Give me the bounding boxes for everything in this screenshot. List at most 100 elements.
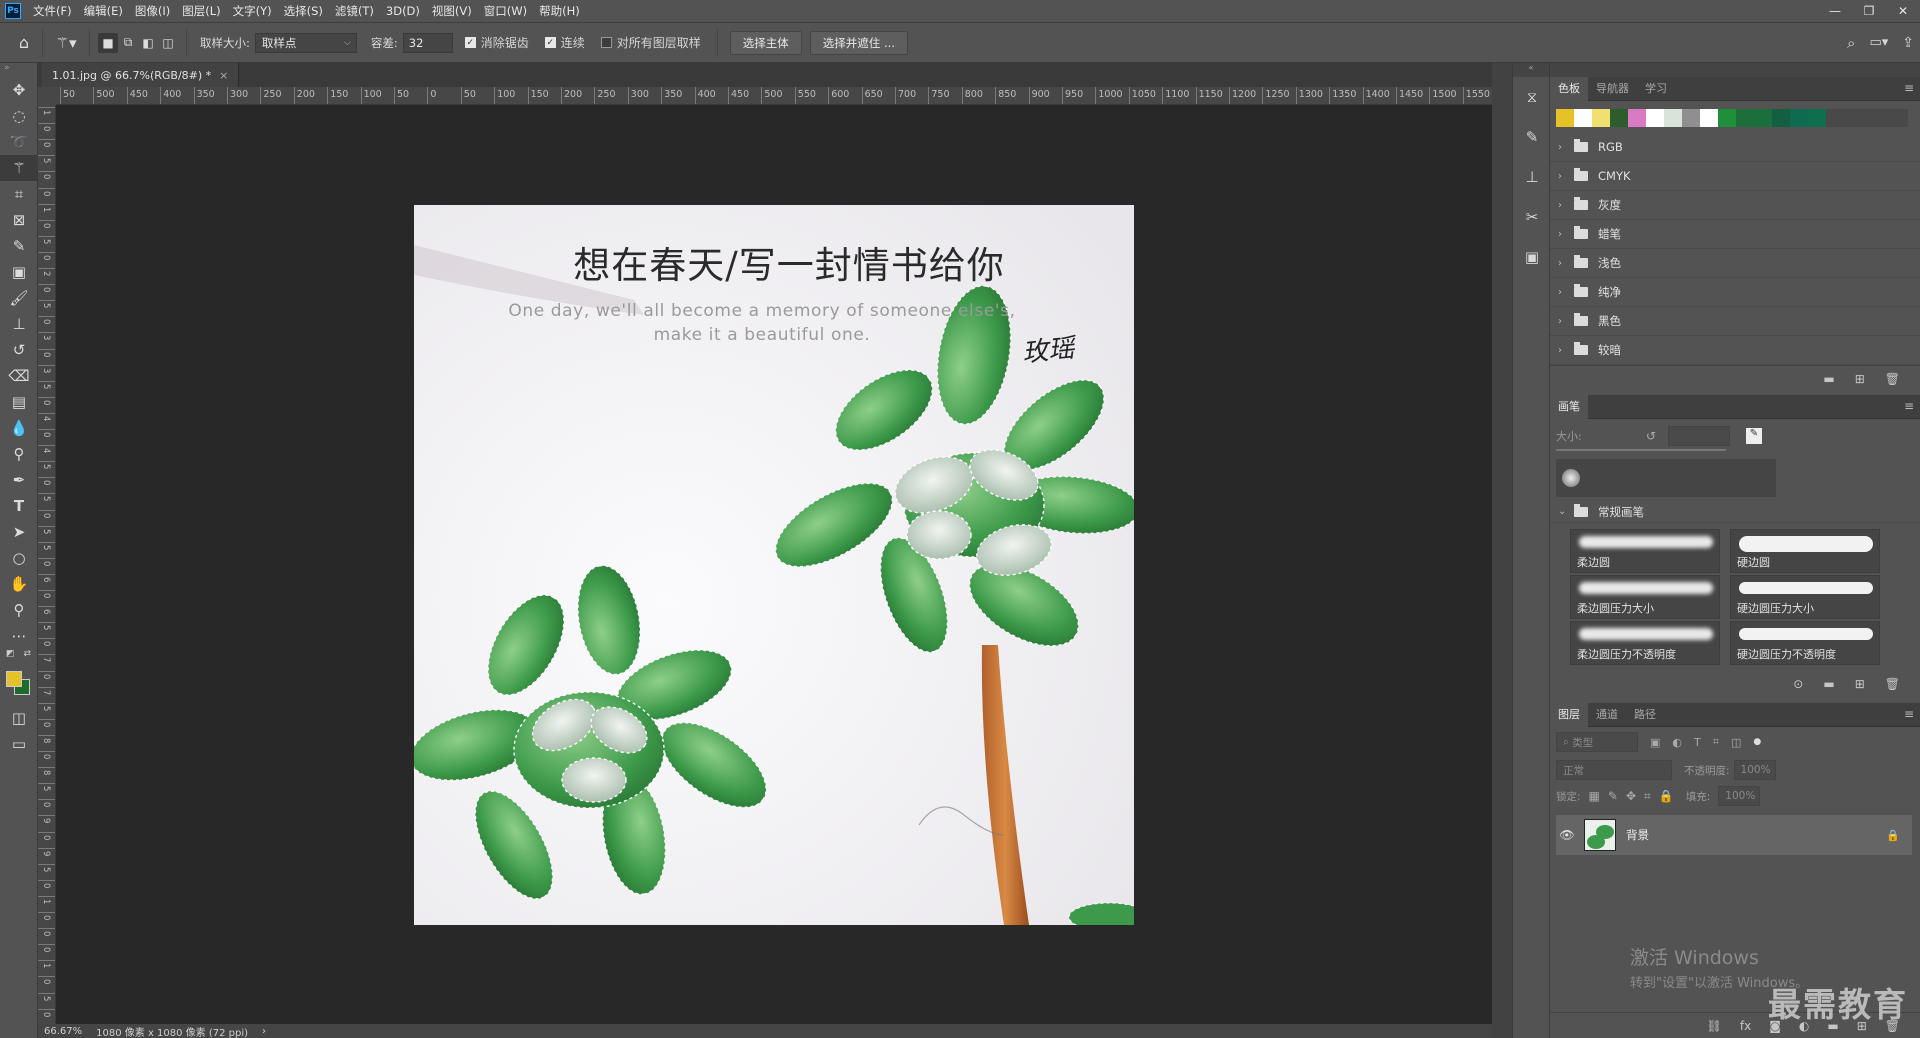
tab-navigator[interactable]: 导航器 bbox=[1588, 77, 1637, 101]
brush-tool-icon[interactable]: 🖌 bbox=[0, 285, 38, 311]
opacity-input[interactable]: 100% bbox=[1733, 760, 1776, 780]
horizontal-ruler[interactable]: 50 500 450 400 350 300 250 200 150 100 50 0 50 100 150… bbox=[56, 87, 1492, 105]
swap-colors-icon[interactable]: ⇄ bbox=[23, 649, 31, 663]
menu-item[interactable]: 图层(L) bbox=[176, 0, 226, 22]
menu-item[interactable]: 文件(F) bbox=[27, 0, 78, 22]
quick-mask-icon[interactable]: ◫ bbox=[0, 705, 38, 731]
tab-learn[interactable]: 学习 bbox=[1637, 77, 1675, 101]
frame-tool-icon[interactable]: ⊠ bbox=[0, 207, 38, 233]
home-icon[interactable]: ⌂ bbox=[14, 33, 34, 53]
workspace-icon[interactable]: ▭▾ bbox=[1869, 35, 1888, 50]
clone-source-icon[interactable]: ⊥ bbox=[1513, 157, 1551, 197]
lock-position-icon[interactable]: ✥ bbox=[1626, 789, 1636, 803]
filter-pixel-icon[interactable]: ▣ bbox=[1650, 736, 1660, 749]
menu-item[interactable]: 文字(Y) bbox=[227, 0, 278, 22]
menu-item[interactable]: 选择(S) bbox=[278, 0, 329, 22]
select-subject-button[interactable]: 选择主体 bbox=[729, 30, 802, 55]
layer-name[interactable]: 背景 bbox=[1626, 827, 1649, 843]
more-tools-icon[interactable]: ⋯ bbox=[0, 623, 38, 649]
swatch-group[interactable]: › 黑色 bbox=[1550, 307, 1920, 336]
menu-item[interactable]: 图像(I) bbox=[129, 0, 176, 22]
foreground-color-swatch[interactable] bbox=[6, 671, 22, 687]
eyedropper-tool-icon[interactable]: ✎ bbox=[0, 233, 38, 259]
color-swatch[interactable] bbox=[1574, 109, 1592, 127]
swatch-group[interactable]: › 纯净 bbox=[1550, 278, 1920, 307]
link-layers-icon[interactable]: ⛓ bbox=[1707, 1019, 1722, 1033]
history-brush-icon[interactable]: ↺ bbox=[0, 337, 38, 363]
libraries-icon[interactable]: ▣ bbox=[1513, 237, 1551, 277]
search-icon[interactable]: ⌕ bbox=[1847, 34, 1855, 52]
antialias-checkbox[interactable]: ✓ 消除锯齿 bbox=[464, 34, 529, 51]
color-swatch[interactable] bbox=[1790, 109, 1808, 127]
document-tab[interactable]: 1.01.jpg @ 66.7%(RGB/8#) * × bbox=[42, 63, 240, 87]
crop-tool-icon[interactable]: ⌗ bbox=[0, 181, 38, 207]
color-swatch[interactable] bbox=[1736, 109, 1754, 127]
layer-row-background[interactable]: 👁 背景 🔒 bbox=[1556, 815, 1912, 855]
canvas-area[interactable]: 想在春天/写一封情书给你 One day, we'll all become a… bbox=[56, 105, 1492, 1024]
panel-menu-icon[interactable]: ≡ bbox=[1904, 81, 1914, 95]
swatch-group[interactable]: › 较暗 bbox=[1550, 336, 1920, 365]
subtract-selection-icon[interactable]: ◧ bbox=[138, 33, 158, 53]
type-tool-icon[interactable]: T bbox=[0, 493, 38, 519]
lock-pixels-icon[interactable]: ✎ bbox=[1608, 789, 1618, 803]
document-canvas[interactable]: 想在春天/写一封情书给你 One day, we'll all become a… bbox=[414, 205, 1134, 925]
swatch-group[interactable]: › 浅色 bbox=[1550, 249, 1920, 278]
lock-artboard-icon[interactable]: ⌗ bbox=[1644, 789, 1651, 804]
magic-wand-tool-icon[interactable]: ⚚ bbox=[0, 155, 38, 181]
blend-mode-select[interactable]: 正常 bbox=[1556, 760, 1672, 780]
tolerance-input[interactable]: 32 bbox=[402, 32, 453, 53]
menu-item[interactable]: 视图(V) bbox=[426, 0, 478, 22]
brush-edit-icon[interactable]: ✎ bbox=[1746, 428, 1762, 444]
brush-soft-round-pressure-opacity[interactable]: 柔边圆压力不透明度 bbox=[1570, 621, 1720, 665]
menu-item[interactable]: 窗口(W) bbox=[478, 0, 533, 22]
color-swatch[interactable] bbox=[1772, 109, 1790, 127]
lasso-tool-icon[interactable]: ➰ bbox=[0, 129, 38, 155]
brush-soft-round-pressure-size[interactable]: 柔边圆压力大小 bbox=[1570, 575, 1720, 619]
menu-item[interactable]: 3D(D) bbox=[380, 0, 426, 22]
layer-style-icon[interactable]: fx bbox=[1740, 1019, 1751, 1033]
tab-paths[interactable]: 路径 bbox=[1626, 703, 1664, 727]
move-tool-icon[interactable]: ✥ bbox=[0, 77, 38, 103]
path-selection-icon[interactable]: ➤ bbox=[0, 519, 38, 545]
swatch-group[interactable]: › CMYK bbox=[1550, 162, 1920, 191]
visibility-toggle-icon[interactable]: ⊙ bbox=[1793, 677, 1803, 691]
minimize-button[interactable]: — bbox=[1818, 0, 1852, 22]
menu-item[interactable]: 滤镜(T) bbox=[329, 0, 380, 22]
close-button[interactable]: ✕ bbox=[1886, 0, 1920, 22]
brush-hard-round[interactable]: 硬边圆 bbox=[1730, 529, 1880, 573]
tab-layers[interactable]: 图层 bbox=[1550, 702, 1588, 727]
blur-tool-icon[interactable]: 💧 bbox=[0, 415, 38, 441]
tool-presets-icon[interactable]: ✂ bbox=[1513, 197, 1551, 237]
intersect-selection-icon[interactable]: ◫ bbox=[158, 33, 178, 53]
color-swatch[interactable] bbox=[1592, 109, 1610, 127]
screen-mode-icon[interactable]: ▭ bbox=[0, 731, 38, 757]
filter-shape-icon[interactable]: ⌗ bbox=[1713, 735, 1719, 749]
select-and-mask-button[interactable]: 选择并遮住 ... bbox=[809, 30, 908, 55]
healing-brush-icon[interactable]: ▣ bbox=[0, 259, 38, 285]
color-swatch[interactable] bbox=[1610, 109, 1628, 127]
status-menu-arrow[interactable]: › bbox=[262, 1026, 266, 1037]
filter-adjustment-icon[interactable]: ◐ bbox=[1672, 736, 1682, 749]
new-group-icon[interactable]: ▬ bbox=[1823, 372, 1834, 386]
eye-icon[interactable]: 👁 bbox=[1556, 828, 1578, 842]
delete-icon[interactable]: 🗑 bbox=[1885, 372, 1900, 386]
filter-toggle-icon[interactable]: ● bbox=[1753, 737, 1761, 747]
sample-size-select[interactable]: 取样点 ⌵ bbox=[254, 32, 357, 53]
filter-type-icon[interactable]: T bbox=[1694, 736, 1701, 749]
add-selection-icon[interactable]: ⧉ bbox=[118, 33, 138, 53]
color-swatch[interactable] bbox=[1628, 109, 1646, 127]
panel-menu-icon[interactable]: ≡ bbox=[1904, 399, 1914, 413]
contiguous-checkbox[interactable]: ✓ 连续 bbox=[544, 34, 585, 51]
ellipse-tool-icon[interactable]: ○ bbox=[0, 545, 38, 571]
history-panel-icon[interactable]: ⧖ bbox=[1513, 77, 1551, 117]
menu-item[interactable]: 编辑(E) bbox=[78, 0, 129, 22]
delete-icon[interactable]: 🗑 bbox=[1885, 677, 1900, 691]
layer-kind-filter[interactable]: ⌕ 类型 bbox=[1556, 732, 1638, 752]
pen-tool-icon[interactable]: ✒ bbox=[0, 467, 38, 493]
brush-hard-round-pressure-size[interactable]: 硬边圆压力大小 bbox=[1730, 575, 1880, 619]
filter-smart-object-icon[interactable]: ◫ bbox=[1731, 736, 1741, 749]
vertical-ruler[interactable]: 1005001050205030350404505055060650707508… bbox=[38, 105, 56, 1024]
hand-tool-icon[interactable]: ✋ bbox=[0, 571, 38, 597]
panel-menu-icon[interactable]: ≡ bbox=[1904, 707, 1914, 721]
menu-item[interactable]: 帮助(H) bbox=[533, 0, 586, 22]
